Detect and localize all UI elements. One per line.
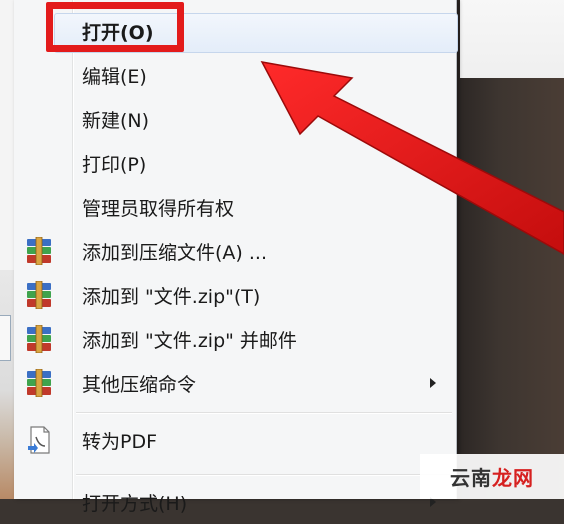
site-watermark: 云南 龙网 <box>420 454 564 499</box>
menu-item-label: 其他压缩命令 <box>82 373 197 396</box>
menu-item-add-to-zip[interactable]: 添加到 "文件.zip"(T) <box>14 273 456 317</box>
menu-item-take-ownership[interactable]: 管理员取得所有权 <box>14 185 456 229</box>
background-window-fragment <box>460 0 564 78</box>
winrar-archive-icon <box>27 369 51 397</box>
menu-item-label: 新建(N) <box>82 109 150 132</box>
annotation-highlight-box <box>46 2 184 52</box>
menu-item-label: 管理员取得所有权 <box>82 197 235 220</box>
menu-item-label: 添加到 "文件.zip"(T) <box>82 285 261 308</box>
background-tab <box>0 315 11 361</box>
menu-separator <box>76 412 452 414</box>
menu-item-label: 添加到 "文件.zip" 并邮件 <box>82 329 297 352</box>
menu-item-edit[interactable]: 编辑(E) <box>14 53 456 97</box>
background-window-left <box>0 0 14 499</box>
menu-item-label: 转为PDF <box>82 430 158 453</box>
menu-item-print[interactable]: 打印(P) <box>14 141 456 185</box>
menu-item-add-to-zip-and-email[interactable]: 添加到 "文件.zip" 并邮件 <box>14 317 456 361</box>
menu-item-new[interactable]: 新建(N) <box>14 97 456 141</box>
menu-item-add-to-archive[interactable]: 添加到压缩文件(A) ... <box>14 229 456 273</box>
winrar-archive-icon <box>27 281 51 309</box>
menu-separator <box>76 474 452 476</box>
menu-item-label: 编辑(E) <box>82 65 147 88</box>
menu-item-other-compress-commands[interactable]: 其他压缩命令 <box>14 361 456 405</box>
winrar-archive-icon <box>27 237 51 265</box>
winrar-archive-icon <box>27 325 51 353</box>
menu-item-label: 打印(P) <box>82 153 147 176</box>
menu-item-label: 添加到压缩文件(A) ... <box>82 241 267 264</box>
pdf-convert-icon <box>28 426 50 454</box>
menu-item-label: 打开方式(H) <box>82 492 188 515</box>
context-menu: 打开(O) 编辑(E) 新建(N) 打印(P) 管理员取得所有权 添加到压缩文件… <box>14 0 458 515</box>
menu-item-convert-to-pdf[interactable]: 转为PDF <box>14 418 456 462</box>
menu-item-open-with[interactable]: 打开方式(H) <box>14 480 456 524</box>
watermark-text-part2: 龙网 <box>492 466 534 490</box>
watermark-text-part1: 云南 <box>450 466 492 490</box>
background-desktop-right <box>456 0 564 499</box>
submenu-arrow-icon <box>430 378 436 388</box>
